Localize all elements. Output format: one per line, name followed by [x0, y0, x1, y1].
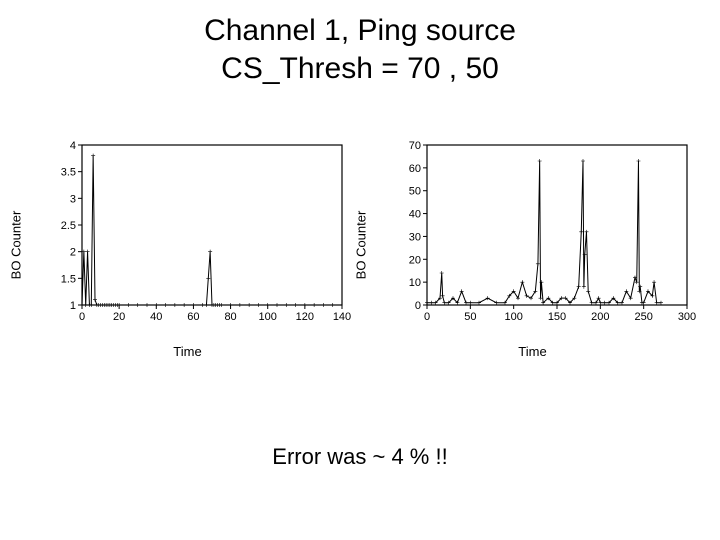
chart-right: BO Counter 050100150200250300 0102030405… [365, 135, 700, 355]
svg-text:60: 60 [409, 163, 421, 175]
title-line-2: CS_Thresh = 70 , 50 [0, 50, 720, 88]
slide-title: Channel 1, Ping source CS_Thresh = 70 , … [0, 12, 720, 87]
svg-text:0: 0 [79, 311, 85, 323]
title-line-1: Channel 1, Ping source [204, 14, 516, 47]
chart-left-xlabel: Time [20, 344, 355, 359]
svg-text:140: 140 [333, 311, 351, 323]
svg-text:40: 40 [409, 209, 421, 221]
svg-text:70: 70 [409, 140, 421, 152]
svg-text:20: 20 [113, 311, 125, 323]
svg-text:300: 300 [678, 311, 696, 323]
svg-text:0: 0 [424, 311, 430, 323]
svg-text:2: 2 [70, 247, 76, 259]
chart-left-ylabel: BO Counter [9, 211, 24, 280]
svg-text:2.5: 2.5 [61, 220, 76, 232]
svg-text:1.5: 1.5 [61, 273, 76, 285]
svg-text:3: 3 [70, 193, 76, 205]
chart-right-plot: 0 50 100 150 200 250 300 0 10 20 30 40 50 60 70 [397, 135, 697, 335]
svg-text:100: 100 [504, 311, 522, 323]
charts-row: BO Counter 020406080100120140 11.522.533… [20, 135, 700, 355]
svg-text:250: 250 [634, 311, 652, 323]
svg-text:10: 10 [409, 277, 421, 289]
chart-right-ylabel: BO Counter [354, 211, 369, 280]
svg-text:30: 30 [409, 231, 421, 243]
svg-text:20: 20 [409, 254, 421, 266]
chart-left-plot: 0 20 40 60 80 100 120 140 1 1.5 2 2.5 3 3.5 4 [52, 135, 352, 335]
svg-text:80: 80 [224, 311, 236, 323]
svg-text:3.5: 3.5 [61, 167, 76, 179]
svg-text:1: 1 [70, 300, 76, 312]
svg-text:0: 0 [415, 300, 421, 312]
svg-text:40: 40 [150, 311, 162, 323]
svg-text:100: 100 [259, 311, 277, 323]
svg-text:200: 200 [591, 311, 609, 323]
svg-text:150: 150 [548, 311, 566, 323]
svg-text:50: 50 [464, 311, 476, 323]
svg-text:120: 120 [296, 311, 314, 323]
svg-text:50: 50 [409, 186, 421, 198]
chart-left: BO Counter 020406080100120140 11.522.533… [20, 135, 355, 355]
error-note: Error was ~ 4 % !! [0, 444, 720, 470]
svg-text:60: 60 [187, 311, 199, 323]
chart-right-xlabel: Time [365, 344, 700, 359]
svg-text:4: 4 [70, 140, 76, 152]
